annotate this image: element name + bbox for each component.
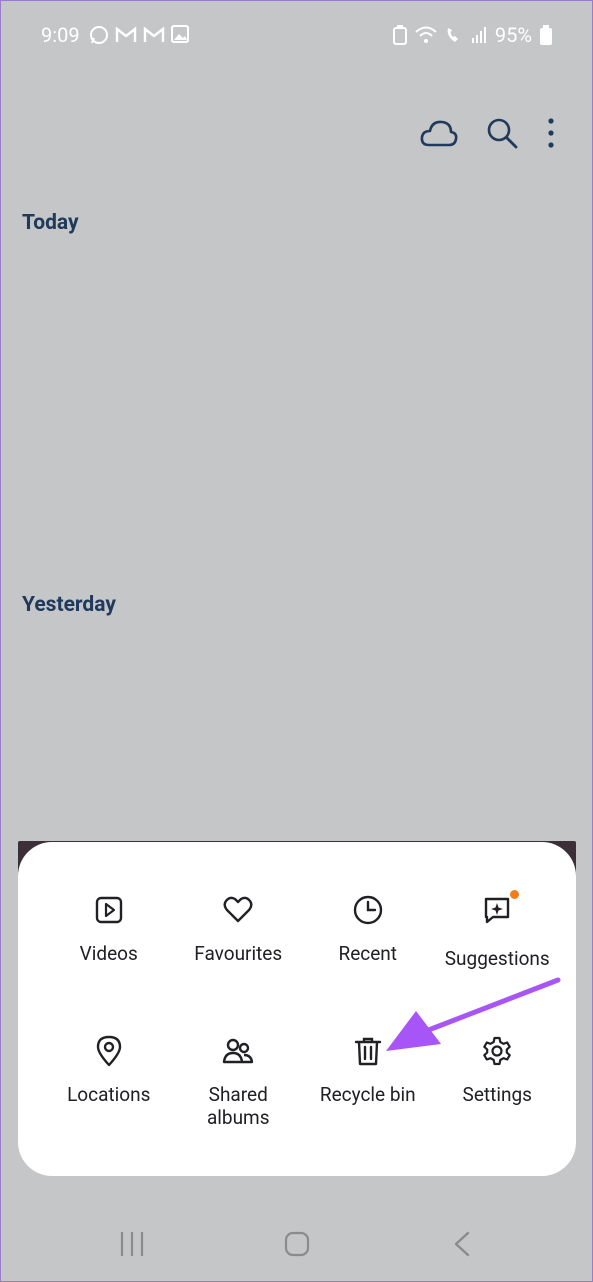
menu-item-label: Recycle bin bbox=[319, 1083, 416, 1106]
menu-item-locations[interactable]: Locations bbox=[44, 1035, 174, 1176]
wifi-icon bbox=[415, 26, 437, 43]
gallery-icon bbox=[171, 25, 189, 43]
section-title-today: Today bbox=[22, 211, 79, 235]
menu-item-settings[interactable]: Settings bbox=[433, 1035, 563, 1176]
menu-item-videos[interactable]: Videos bbox=[44, 894, 174, 1035]
whatsapp-icon bbox=[90, 26, 108, 44]
menu-item-favourites[interactable]: Favourites bbox=[174, 894, 304, 1035]
suggestions-icon bbox=[485, 897, 510, 924]
status-bar: 9:09 95% bbox=[1, 1, 593, 73]
trash-icon bbox=[354, 1037, 381, 1066]
menu-item-label: Favourites bbox=[194, 942, 283, 965]
heart-icon bbox=[223, 896, 253, 923]
location-pin-icon bbox=[96, 1035, 121, 1067]
signal-icon bbox=[471, 27, 486, 43]
shared-albums-icon bbox=[223, 1038, 254, 1064]
clock-icon bbox=[353, 895, 382, 925]
menu-item-label: Shared albums bbox=[206, 1083, 270, 1129]
menu-item-label: Suggestions bbox=[444, 947, 550, 970]
menu-item-shared-albums[interactable]: Shared albums bbox=[174, 1035, 304, 1176]
back-icon[interactable] bbox=[453, 1231, 471, 1257]
new-badge bbox=[510, 890, 520, 899]
menu-item-recycle-bin[interactable]: Recycle bin bbox=[303, 1035, 433, 1176]
annotation-arrow bbox=[386, 977, 561, 1051]
suggestions-icon-wrap bbox=[481, 890, 520, 947]
battery-icon bbox=[540, 25, 552, 45]
menu-item-label: Settings bbox=[462, 1083, 532, 1106]
battery-percentage: 95% bbox=[494, 23, 532, 47]
wifi-calling-icon bbox=[447, 28, 458, 42]
navigation-bar bbox=[1, 1206, 593, 1276]
gmail-icon bbox=[115, 26, 137, 42]
search-icon[interactable] bbox=[486, 117, 518, 149]
gmail-icon bbox=[143, 26, 165, 42]
cloud-icon[interactable] bbox=[420, 118, 458, 148]
more-vert-icon[interactable] bbox=[546, 117, 556, 149]
status-notification-icons bbox=[89, 25, 189, 45]
video-icon bbox=[95, 896, 122, 924]
menu-item-label: Locations bbox=[67, 1083, 151, 1106]
home-icon[interactable] bbox=[284, 1231, 310, 1257]
recent-apps-icon[interactable] bbox=[119, 1231, 145, 1257]
section-title-yesterday: Yesterday bbox=[22, 593, 116, 617]
menu-item-label: Videos bbox=[79, 942, 138, 965]
menu-item-label: Recent bbox=[338, 942, 397, 965]
top-toolbar bbox=[420, 117, 556, 149]
status-time: 9:09 bbox=[41, 23, 80, 47]
battery-saver-icon bbox=[392, 25, 407, 45]
status-system-icons: 95% bbox=[392, 23, 552, 47]
